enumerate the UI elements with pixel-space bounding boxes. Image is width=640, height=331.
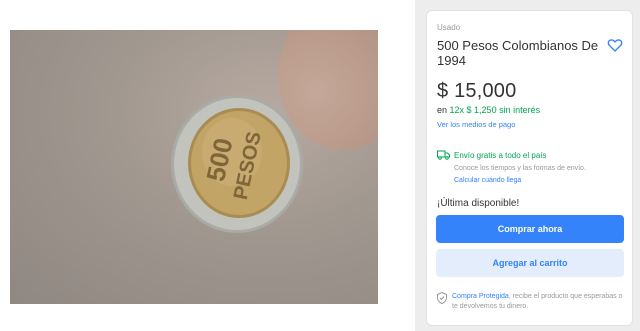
stock-label: ¡Última disponible! — [437, 198, 520, 209]
installments-prefix: en — [437, 105, 448, 115]
product-price: $ 15,000 — [437, 80, 517, 102]
product-gallery: 500 PESOS — [0, 0, 415, 331]
product-condition: Usado — [437, 23, 461, 32]
heart-icon[interactable] — [607, 37, 623, 53]
protected-purchase-link[interactable]: Compra Protegida — [452, 293, 509, 300]
installments: en 12x $ 1,250 sin interés — [437, 105, 540, 115]
shipping-calc-link[interactable]: Calcular cuándo llega — [454, 177, 521, 184]
product-page: 500 PESOS Usado 500 Pesos Colombianos De… — [0, 0, 640, 331]
buy-box: Usado 500 Pesos Colombianos De 1994 $ 15… — [426, 10, 633, 326]
purchase-protection: Compra Protegida, recibe el producto que… — [452, 292, 627, 312]
buy-now-button[interactable]: Comprar ahora — [436, 215, 624, 243]
shipping-subtitle: Conoce los tiempos y las formas de envío… — [454, 165, 586, 172]
shipping-title: Envío gratis a todo el país — [454, 151, 547, 160]
truck-icon — [437, 150, 450, 160]
installments-offer: 12x $ 1,250 sin interés — [449, 105, 541, 115]
payment-methods-link[interactable]: Ver los medios de pago — [437, 120, 515, 129]
add-to-cart-button[interactable]: Agregar al carrito — [436, 249, 624, 277]
coin-image: 500 PESOS — [171, 95, 303, 233]
shield-icon — [437, 292, 447, 304]
product-main-photo[interactable]: 500 PESOS — [10, 30, 378, 304]
product-title: 500 Pesos Colombianos De 1994 — [437, 38, 599, 68]
